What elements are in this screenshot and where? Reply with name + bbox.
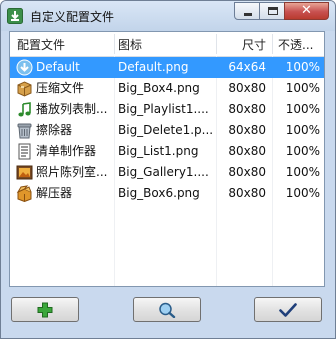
list-item[interactable]: 照片陈列室... Big_Gallery1.... 80x80 100% bbox=[10, 162, 324, 183]
plus-icon bbox=[37, 302, 53, 318]
icon-size: 80x80 bbox=[228, 165, 266, 179]
profile-name: 压缩文件 bbox=[36, 81, 85, 95]
icon-size: 80x80 bbox=[228, 123, 266, 137]
transparency-value: 100% bbox=[285, 186, 320, 200]
maximize-button[interactable] bbox=[259, 2, 285, 20]
profile-name: 擦除器 bbox=[36, 123, 73, 137]
minimize-button[interactable] bbox=[234, 2, 260, 20]
list-item[interactable]: 播放列表制... Big_Playlist1.... 80x80 100% bbox=[10, 99, 324, 120]
icon-file: Big_List1.png bbox=[118, 144, 199, 158]
column-divider[interactable] bbox=[272, 34, 273, 54]
magnifier-icon bbox=[159, 302, 176, 318]
title-bar[interactable]: 自定义配置文件 ✕ bbox=[1, 1, 335, 31]
icon-size: 80x80 bbox=[228, 102, 266, 116]
icon-file: Big_Box4.png bbox=[118, 81, 200, 95]
icon-size: 80x80 bbox=[228, 186, 266, 200]
maximize-icon bbox=[268, 7, 278, 15]
box-icon bbox=[17, 81, 32, 97]
close-icon: ✕ bbox=[301, 3, 312, 18]
icon-size: 64x64 bbox=[228, 60, 266, 74]
profile-name: 照片陈列室... bbox=[36, 165, 108, 179]
list-item[interactable]: Default Default.png 64x64 100% bbox=[10, 57, 324, 78]
list-icon bbox=[18, 143, 31, 160]
profile-list[interactable]: 配置文件 图标 尺寸 不透... Default Default.png 64x… bbox=[9, 31, 325, 287]
list-header: 配置文件 图标 尺寸 不透... bbox=[10, 32, 324, 57]
column-header-name[interactable]: 配置文件 bbox=[17, 32, 109, 56]
close-button[interactable]: ✕ bbox=[284, 2, 329, 20]
music-note-icon bbox=[18, 102, 31, 117]
window-title: 自定义配置文件 bbox=[30, 10, 115, 24]
profile-name: 清单制作器 bbox=[36, 144, 97, 158]
column-divider[interactable] bbox=[114, 34, 115, 54]
icon-file: Default.png bbox=[118, 60, 189, 74]
trash-icon bbox=[17, 123, 32, 139]
transparency-value: 100% bbox=[285, 60, 320, 74]
download-arrow-icon bbox=[16, 59, 33, 76]
dialog-window: 自定义配置文件 ✕ 配置文件 图标 尺寸 不透... Default Defau… bbox=[0, 0, 336, 339]
icon-size: 80x80 bbox=[228, 144, 266, 158]
open-box-icon bbox=[16, 185, 32, 202]
column-divider[interactable] bbox=[216, 34, 217, 54]
transparency-value: 100% bbox=[285, 102, 320, 116]
transparency-value: 100% bbox=[285, 165, 320, 179]
transparency-value: 100% bbox=[285, 144, 320, 158]
column-header-size[interactable]: 尺寸 bbox=[218, 32, 266, 56]
button-bar bbox=[9, 297, 325, 327]
transparency-value: 100% bbox=[285, 81, 320, 95]
list-item[interactable]: 压缩文件 Big_Box4.png 80x80 100% bbox=[10, 78, 324, 99]
column-header-transparency[interactable]: 不透... bbox=[278, 32, 322, 56]
icon-file: Big_Box6.png bbox=[118, 186, 200, 200]
icon-file: Big_Playlist1.... bbox=[118, 102, 209, 116]
column-header-icon[interactable]: 图标 bbox=[118, 32, 213, 56]
profile-name: Default bbox=[36, 60, 80, 74]
profile-name: 解压器 bbox=[36, 186, 73, 200]
transparency-value: 100% bbox=[285, 123, 320, 137]
profile-name: 播放列表制... bbox=[36, 102, 108, 116]
app-icon bbox=[7, 8, 23, 24]
icon-file: Big_Gallery1.... bbox=[118, 165, 209, 179]
checkmark-icon bbox=[279, 303, 297, 317]
edit-profile-button[interactable] bbox=[133, 297, 201, 322]
list-item[interactable]: 解压器 Big_Box6.png 80x80 100% bbox=[10, 183, 324, 204]
minimize-icon bbox=[244, 13, 252, 16]
icon-size: 80x80 bbox=[228, 81, 266, 95]
list-item[interactable]: 擦除器 Big_Delete1.p... 80x80 100% bbox=[10, 120, 324, 141]
photo-icon bbox=[16, 165, 33, 180]
list-item[interactable]: 清单制作器 Big_List1.png 80x80 100% bbox=[10, 141, 324, 162]
confirm-button[interactable] bbox=[254, 297, 322, 322]
add-profile-button[interactable] bbox=[11, 297, 79, 322]
icon-file: Big_Delete1.p... bbox=[118, 123, 214, 137]
